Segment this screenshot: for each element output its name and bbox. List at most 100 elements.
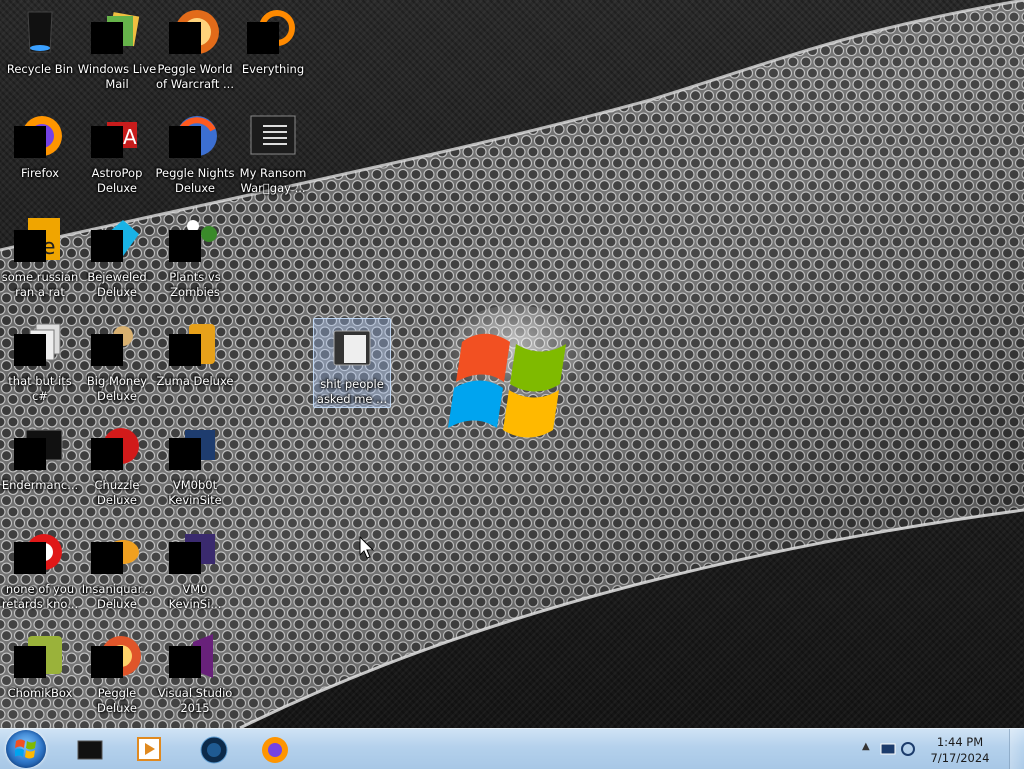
desktop-icon-bejeweled[interactable]: Bejeweled Deluxe: [77, 212, 157, 300]
icon-label: Plants vs Zombies: [169, 270, 221, 299]
icon-label: Everything: [241, 62, 305, 76]
desktop-icon-chuzzle[interactable]: Chuzzle Deluxe: [77, 420, 157, 508]
java-file-icon: e: [14, 216, 64, 264]
desktop-icon-insaniquarium[interactable]: Insaniquar... Deluxe: [77, 524, 157, 612]
redaction-block: [169, 230, 201, 262]
chuzzle-icon: [91, 424, 141, 472]
icon-label: ChomikBox: [7, 686, 73, 700]
peggle-wow-icon: [169, 8, 219, 56]
desktop-icon-none-of-you[interactable]: none of you retards kno...: [0, 524, 80, 612]
show-desktop-button[interactable]: [1009, 729, 1024, 769]
desktop-icon-peggle-wow[interactable]: Peggle World of Warcraft ...: [155, 4, 235, 92]
clock-time[interactable]: 1:44 PM: [920, 735, 1000, 749]
redaction-block: [91, 126, 123, 158]
desktop-icon-chomikbox[interactable]: ChomikBox: [0, 628, 80, 701]
desktop-icon-windows-live-mail[interactable]: Windows Live Mail: [77, 4, 157, 92]
desktop-icon-vm0-kevinsite[interactable]: VM0 KevinSi...: [155, 524, 235, 612]
redaction-block: [169, 334, 201, 366]
desktop-icon-folder-selected[interactable]: shit people asked me ...: [313, 318, 391, 408]
start-button[interactable]: [6, 730, 46, 768]
desktop-icon-some-russian[interactable]: e some russian ran a rat: [0, 212, 80, 300]
redaction-block: [91, 22, 123, 54]
desktop-icon-my-ransom[interactable]: My Ransom War gay ...: [233, 108, 313, 196]
peggle-nights-icon: [169, 112, 219, 160]
console-window-icon: [14, 424, 64, 472]
svg-text:A: A: [123, 125, 137, 149]
desktop-icon-visual-studio[interactable]: Visual Studio 2015: [155, 628, 235, 716]
redaction-block: [14, 334, 46, 366]
bejeweled-icon: [91, 216, 141, 264]
firefox-icon: [14, 112, 64, 160]
visual-studio-icon: [169, 632, 219, 680]
redaction-block: [91, 646, 123, 678]
icon-label: My Ransom War gay ...: [239, 166, 307, 195]
redaction-block: [169, 438, 201, 470]
peggle-icon: [91, 632, 141, 680]
desktop-icon-recycle-bin[interactable]: Recycle Bin: [0, 4, 80, 77]
desktop-icon-zuma[interactable]: Zuma Deluxe: [155, 316, 235, 389]
redaction-block: [169, 646, 201, 678]
icon-label: Bejeweled Deluxe: [87, 270, 147, 299]
firefox-pinned-icon: [262, 737, 288, 763]
desktop-icon-plants-vs-zombies[interactable]: Plants vs Zombies: [155, 212, 235, 300]
chomikbox-icon: [14, 632, 64, 680]
redaction-block: [14, 646, 46, 678]
shortcut-window-icon: [249, 112, 297, 160]
icon-label: Zuma Deluxe: [156, 374, 234, 388]
media-player-pinned-icon: [137, 737, 161, 761]
insaniquarium-icon: [91, 528, 141, 576]
windows-logo: [445, 305, 585, 438]
taskbar-pinned-explorer[interactable]: [64, 732, 116, 766]
zuma-icon: [169, 320, 219, 368]
desktop-icon-big-money[interactable]: Big Money Deluxe: [77, 316, 157, 404]
desktop[interactable]: Recycle Bin Windows Live Mail Peggle Wor…: [0, 0, 1024, 728]
icon-label: Recycle Bin: [6, 62, 74, 76]
redaction-block: [169, 22, 201, 54]
taskbar-pinned-globe[interactable]: [188, 732, 240, 766]
desktop-icon-endermanch[interactable]: Endermanc...: [0, 420, 80, 493]
taskbar: ▲ 1:44 PM 7/17/2024: [0, 728, 1024, 769]
redaction-block: [169, 126, 201, 158]
big-money-icon: [91, 320, 141, 368]
windows-live-mail-icon: [91, 8, 141, 56]
opera-like-icon: [14, 528, 64, 576]
redaction-block: [91, 542, 123, 574]
redaction-block: [169, 542, 201, 574]
desktop-icon-firefox[interactable]: Firefox: [0, 108, 80, 181]
desktop-icon-everything[interactable]: Everything: [233, 4, 313, 77]
icon-label: Endermanc...: [1, 478, 79, 492]
clock-date[interactable]: 7/17/2024: [920, 751, 1000, 765]
desktop-icon-astropop[interactable]: A AstroPop Deluxe: [77, 108, 157, 196]
folder-icon: [328, 323, 376, 371]
redaction-block: [14, 542, 46, 574]
icon-label: Visual Studio 2015: [157, 686, 233, 715]
taskbar-pinned-media-player[interactable]: [124, 732, 176, 766]
explorer-pinned-icon: [77, 740, 103, 760]
desktop-icon-vm0b0t-kevinsite[interactable]: VM0b0t KevinSite: [155, 420, 235, 508]
icon-label: that but its c#: [8, 374, 72, 403]
icon-label: VM0b0t KevinSite: [168, 478, 222, 507]
mouse-cursor-icon: [359, 536, 375, 559]
taskbar-pinned-firefox[interactable]: [248, 732, 300, 766]
redaction-block: [91, 438, 123, 470]
icon-label: Chuzzle Deluxe: [94, 478, 140, 507]
desktop-icon-peggle-deluxe[interactable]: Peggle Deluxe: [77, 628, 157, 716]
desktop-icon-peggle-nights[interactable]: Peggle Nights Deluxe: [155, 108, 235, 196]
redaction-block: [247, 22, 279, 54]
vm-shortcut-icon: [169, 424, 219, 472]
redaction-block: [14, 438, 46, 470]
plants-vs-zombies-icon: [169, 216, 219, 264]
windows-flag-icon: [15, 739, 36, 759]
icon-label: shit people asked me ...: [316, 377, 388, 406]
system-tray: ▲ 1:44 PM 7/17/2024: [854, 729, 1024, 769]
action-center-icon[interactable]: [880, 741, 896, 757]
network-icon[interactable]: [900, 741, 916, 757]
show-hidden-icons-arrow-icon[interactable]: ▲: [862, 741, 870, 752]
icon-label: Peggle World of Warcraft ...: [156, 62, 234, 91]
redaction-block: [14, 126, 46, 158]
redaction-block: [91, 334, 123, 366]
desktop-icon-that-but-its-csharp[interactable]: that but its c#: [0, 316, 80, 404]
recycle-bin-icon: [16, 8, 64, 56]
astropop-icon: A: [91, 112, 141, 160]
icon-label: VM0 KevinSi...: [168, 582, 222, 611]
